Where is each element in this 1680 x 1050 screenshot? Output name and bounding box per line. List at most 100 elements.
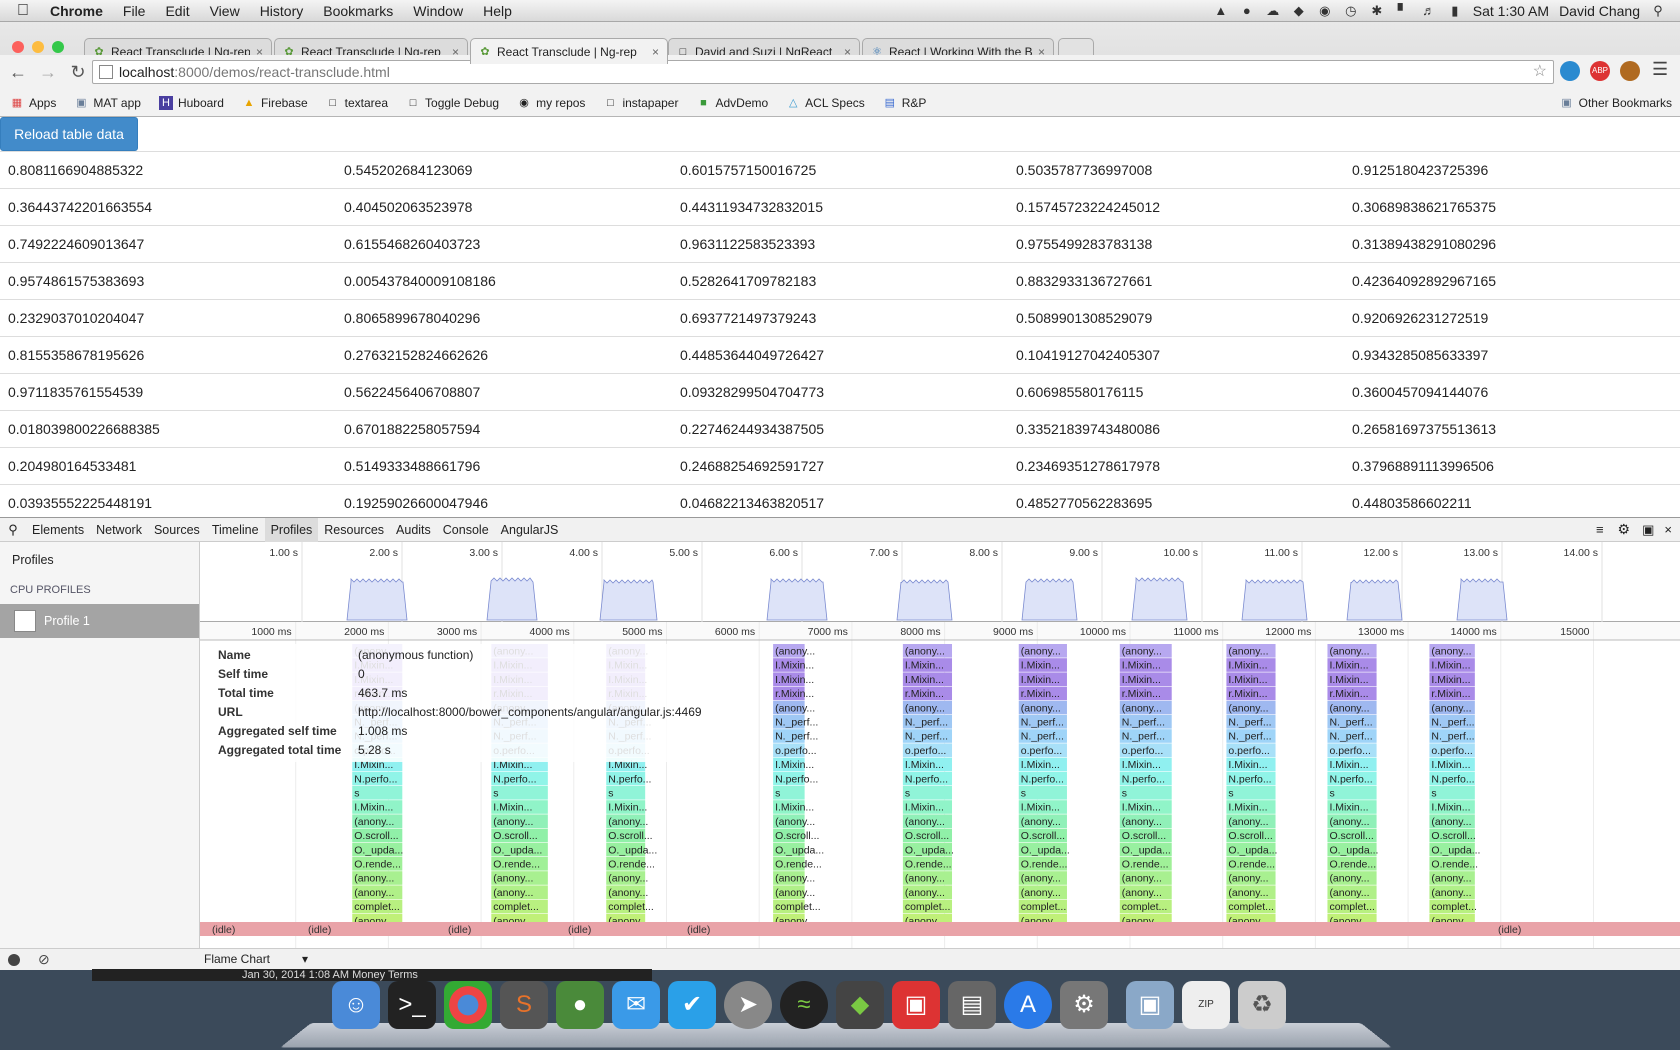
dock-icon[interactable]: ▣ — [1642, 522, 1654, 538]
tab-react-transclude-active[interactable]: ✿ React Transclude | Ng-rep × — [470, 38, 668, 64]
wifi-icon[interactable]: ▘ — [1395, 3, 1411, 18]
address-bar[interactable]: localhost:8000/demos/react-transclude.ht… — [92, 60, 1554, 84]
bookmark-my-repos[interactable]: ◉ my repos — [517, 96, 585, 110]
tab-elements[interactable]: Elements — [26, 518, 90, 542]
app-icon[interactable]: ● — [1239, 3, 1255, 18]
reload-table-button[interactable]: Reload table data — [0, 117, 138, 151]
extension-globe-icon[interactable] — [1560, 61, 1580, 81]
bookmark-advdemo[interactable]: ■ AdvDemo — [696, 96, 768, 110]
spotlight-icon[interactable]: ⚲ — [1650, 3, 1666, 18]
zoom-window-icon[interactable] — [52, 41, 64, 53]
minimize-window-icon[interactable] — [32, 41, 44, 53]
flame-frame[interactable] — [352, 786, 403, 800]
sublime-icon[interactable]: S — [500, 981, 548, 1029]
finder-icon[interactable]: ☺ — [332, 981, 380, 1029]
twitter-icon[interactable]: ✔ — [668, 981, 716, 1029]
bookmark-textarea[interactable]: □ textarea — [326, 96, 388, 110]
bookmark-other[interactable]: ▣ Other Bookmarks — [1560, 96, 1672, 110]
cpu-activity-burst[interactable] — [1131, 577, 1188, 621]
bookmark-firebase[interactable]: ▲ Firebase — [242, 96, 308, 110]
remote-icon[interactable]: ▣ — [892, 981, 940, 1029]
bookmark-acl-specs[interactable]: △ ACL Specs — [786, 96, 865, 110]
flame-frame[interactable] — [491, 786, 548, 800]
time-machine-icon[interactable]: ◷ — [1343, 3, 1359, 18]
apple-icon[interactable]:  — [14, 2, 32, 20]
cloud-icon[interactable]: ☁ — [1265, 3, 1281, 18]
flame-frame[interactable] — [902, 786, 953, 800]
launchpad-icon[interactable]: ➤ — [724, 981, 772, 1029]
menu-bookmarks[interactable]: Bookmarks — [323, 3, 393, 19]
messages-icon[interactable]: ✉ — [612, 981, 660, 1029]
tab-angularjs[interactable]: AngularJS — [495, 518, 565, 542]
zip-icon[interactable]: ZIP — [1182, 981, 1230, 1029]
flame-frame[interactable] — [1327, 786, 1377, 800]
eye-icon[interactable]: ◉ — [1317, 3, 1333, 18]
menu-app[interactable]: Chrome — [50, 3, 103, 19]
folder-icon[interactable]: ▣ — [1126, 981, 1174, 1029]
spotify-icon[interactable]: ≈ — [780, 981, 828, 1029]
tab-network[interactable]: Network — [90, 518, 148, 542]
close-icon[interactable]: × — [652, 45, 659, 59]
volume-icon[interactable]: ♬ — [1421, 3, 1437, 18]
battery-icon[interactable]: ▮ — [1447, 3, 1463, 18]
record-icon[interactable] — [8, 954, 20, 966]
evernote-icon[interactable]: ◆ — [1291, 3, 1307, 18]
tab-console[interactable]: Console — [437, 518, 495, 542]
adblock-icon[interactable]: ABP — [1590, 61, 1610, 81]
flame-frame[interactable] — [1226, 786, 1276, 800]
menu-icon[interactable]: ☰ — [1652, 59, 1668, 80]
terminal-icon[interactable]: >_ — [388, 981, 436, 1029]
cpu-activity-burst[interactable] — [486, 577, 538, 621]
tab-resources[interactable]: Resources — [318, 518, 390, 542]
chrome-icon[interactable] — [444, 981, 492, 1029]
preview-icon[interactable]: ▤ — [948, 981, 996, 1029]
tab-audits[interactable]: Audits — [390, 518, 437, 542]
bookmark-huboard[interactable]: H Huboard — [158, 95, 224, 110]
user-name[interactable]: David Chang — [1559, 3, 1640, 19]
notification-icon[interactable]: ▲ — [1213, 3, 1229, 18]
forward-icon[interactable]: → — [36, 60, 60, 84]
bookmark-instapaper[interactable]: □ instapaper — [603, 96, 678, 110]
clock[interactable]: Sat 1:30 AM — [1473, 3, 1549, 19]
cpu-activity-burst[interactable] — [896, 579, 953, 621]
cpu-activity-burst[interactable] — [1241, 579, 1308, 621]
menu-view[interactable]: View — [210, 3, 240, 19]
extension-icon[interactable] — [1620, 61, 1640, 81]
menu-window[interactable]: Window — [413, 3, 463, 19]
cpu-activity-burst[interactable] — [346, 578, 408, 621]
bluetooth-icon[interactable]: ✱ — [1369, 3, 1385, 18]
menu-edit[interactable]: Edit — [165, 3, 189, 19]
bookmark-mat-app[interactable]: ▣ MAT app — [74, 96, 141, 110]
adium-icon[interactable]: ● — [556, 981, 604, 1029]
menu-file[interactable]: File — [123, 3, 146, 19]
view-mode-selector[interactable]: Flame Chart ▾ — [200, 948, 1680, 970]
flame-chart[interactable]: 1000 ms 2000 ms 3000 ms 4000 ms 5000 ms 6000 … — [200, 622, 1680, 948]
idle-row[interactable] — [200, 922, 1680, 936]
star-icon[interactable]: ☆ — [1533, 61, 1547, 83]
tab-timeline[interactable]: Timeline — [206, 518, 265, 542]
cpu-activity-burst[interactable] — [1456, 578, 1508, 621]
trash-icon[interactable]: ♻ — [1238, 981, 1286, 1029]
tab-profiles[interactable]: Profiles — [264, 517, 319, 542]
flame-frame[interactable] — [1119, 786, 1172, 800]
clear-icon[interactable]: ⊘ — [38, 951, 50, 968]
app-store-icon[interactable]: A — [1004, 981, 1052, 1029]
evernote-icon[interactable]: ◆ — [836, 981, 884, 1029]
cpu-activity-burst[interactable] — [766, 578, 828, 621]
bookmark-apps[interactable]: ▦ Apps — [10, 96, 57, 110]
system-preferences-icon[interactable]: ⚙ — [1060, 981, 1108, 1029]
cpu-activity-burst[interactable] — [1346, 579, 1403, 621]
profile-item[interactable]: Profile 1 — [0, 604, 199, 638]
menu-history[interactable]: History — [260, 3, 304, 19]
menu-help[interactable]: Help — [483, 3, 512, 19]
cpu-activity-burst[interactable] — [1021, 578, 1078, 621]
bookmark-toggle-debug[interactable]: □ Toggle Debug — [406, 96, 499, 110]
cpu-activity-burst[interactable] — [599, 579, 658, 621]
reload-icon[interactable]: ↻ — [66, 60, 90, 84]
tab-sources[interactable]: Sources — [148, 518, 206, 542]
gear-icon[interactable]: ⚙ — [1618, 521, 1631, 538]
inspect-search-icon[interactable]: ⚲ — [0, 522, 26, 538]
sidebar-title[interactable]: Profiles — [0, 542, 199, 578]
close-window-icon[interactable] — [12, 41, 24, 53]
back-icon[interactable]: ← — [6, 60, 30, 84]
